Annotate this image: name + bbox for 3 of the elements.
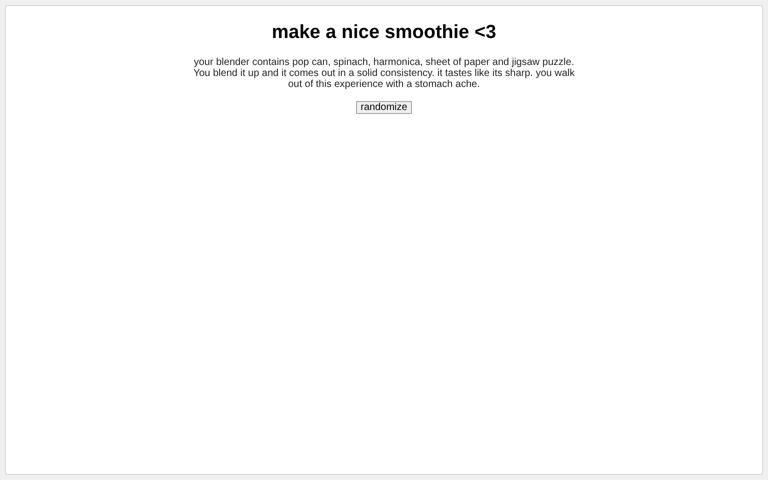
randomize-button[interactable]: randomize <box>356 101 412 114</box>
smoothie-description: your blender contains pop can, spinach, harmonica, sheet of paper and jigsaw puzzle. You blend it up and it comes out in a solid consistency. it tastes like its sharp. you walk out of this experience with a stomach ache. <box>192 57 576 90</box>
page-title: make a nice smoothie <3 <box>272 21 496 45</box>
